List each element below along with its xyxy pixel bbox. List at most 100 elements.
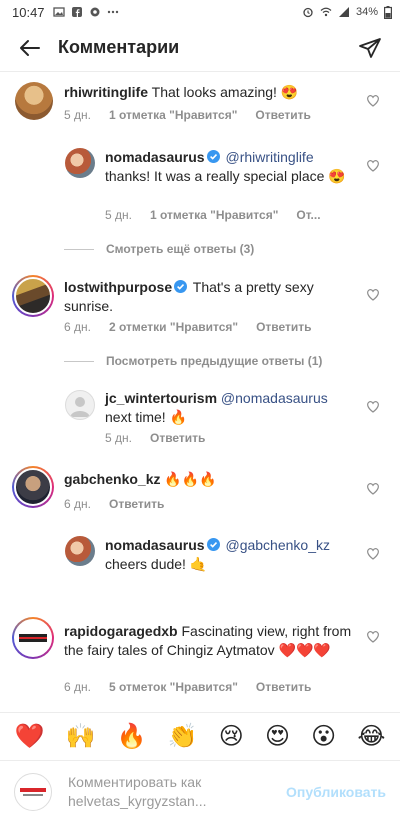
settings-icon	[90, 7, 100, 17]
reply-button[interactable]: Ответить	[256, 680, 311, 694]
facebook-icon	[71, 7, 82, 17]
emoji-raised-hands-button[interactable]: 🙌	[66, 724, 96, 748]
gallery-icon	[52, 7, 65, 17]
emoji-heart-eyes-button[interactable]: 😍	[265, 724, 290, 748]
comment-likes[interactable]: 5 отметок "Нравится"	[109, 680, 238, 694]
comment-text: rhiwritinglife That looks amazing! 😍	[64, 83, 354, 102]
verified-badge-icon	[206, 150, 220, 163]
view-more-label: Посмотреть предыдущие ответы (1)	[106, 354, 323, 368]
comment-username[interactable]: nomadasaurus	[105, 537, 205, 553]
comment-time: 5 дн.	[105, 208, 132, 222]
comment-meta: 5 дн. Ответить	[105, 431, 205, 445]
battery-percent: 34%	[355, 6, 378, 18]
comment-username[interactable]: rapidogaragedxb	[64, 623, 178, 639]
page-title: Комментарии	[58, 37, 180, 57]
comment-input-placeholder-line1: Комментировать как	[68, 773, 202, 790]
status-bar: 10:47 34%	[0, 0, 400, 24]
alarm-icon	[303, 7, 313, 18]
like-heart-icon[interactable]	[366, 94, 380, 107]
avatar[interactable]	[65, 536, 95, 566]
avatar[interactable]	[12, 275, 54, 317]
back-button[interactable]	[10, 28, 50, 68]
garage-logo-icon	[19, 634, 47, 642]
comment-time: 6 дн.	[64, 680, 91, 694]
header-bar: Комментарии	[0, 24, 400, 72]
my-avatar	[14, 772, 52, 811]
comment-meta: 6 дн. Ответить	[64, 497, 164, 511]
comment-body: That looks amazing! 😍	[151, 84, 299, 100]
comment-time: 6 дн.	[64, 320, 91, 334]
system-icons: 34%	[302, 5, 392, 19]
comment-mention[interactable]: @nomadasaurus	[221, 390, 328, 406]
comment-username[interactable]: gabchenko_kz	[64, 471, 160, 487]
comment-input-placeholder-line2: helvetas_kyrgyzstan...	[68, 792, 207, 809]
comment-mention[interactable]: @rhiwritinglife	[225, 149, 313, 165]
verified-badge-icon	[174, 280, 188, 293]
like-heart-icon[interactable]	[366, 482, 380, 495]
like-heart-icon[interactable]	[366, 400, 380, 413]
comment-likes[interactable]: 2 отметки "Нравится"	[109, 320, 238, 334]
comment-username[interactable]: jc_wintertourism	[105, 390, 217, 406]
like-heart-icon[interactable]	[366, 547, 380, 560]
arrow-left-icon	[20, 39, 40, 56]
status-time: 10:47	[12, 4, 45, 20]
comment-body: 🔥🔥🔥	[164, 472, 217, 488]
view-more-label: Смотреть ещё ответы (3)	[106, 242, 255, 256]
comment-text: jc_wintertourism @nomadasaurus next time…	[105, 389, 355, 427]
like-heart-icon[interactable]	[366, 630, 380, 643]
emoji-cry-button[interactable]: 😢	[219, 724, 244, 748]
comment-mention[interactable]: @gabchenko_kz	[225, 537, 330, 553]
comment-meta: 5 дн. 1 отметка "Нравится" Ответить	[64, 108, 311, 122]
avatar[interactable]	[12, 617, 54, 659]
reply-button[interactable]: Ответить	[255, 108, 310, 122]
avatar[interactable]	[65, 390, 95, 420]
comment-meta: 5 дн. 1 отметка "Нравится" От...	[105, 208, 321, 222]
reply-button[interactable]: От...	[296, 208, 320, 222]
view-previous-replies[interactable]: Посмотреть предыдущие ответы (1)	[64, 354, 322, 368]
signal-icon	[338, 7, 349, 17]
share-button[interactable]	[350, 28, 390, 68]
comment-time: 5 дн.	[64, 108, 91, 122]
verified-badge-icon	[206, 538, 220, 551]
more-dots-icon	[107, 10, 118, 14]
comment-time: 5 дн.	[105, 431, 132, 445]
notification-icons	[52, 6, 119, 18]
avatar[interactable]	[65, 148, 95, 178]
comment-text: lostwithpurpose That's a pretty sexy sun…	[64, 278, 329, 316]
battery-icon	[384, 5, 392, 19]
comments-list: rhiwritinglife That looks amazing! 😍 5 д…	[0, 72, 400, 706]
avatar[interactable]	[12, 466, 54, 508]
like-heart-icon[interactable]	[366, 159, 380, 172]
comment-username[interactable]: rhiwritinglife	[64, 84, 148, 100]
comment-body: next time! 🔥	[105, 409, 188, 425]
avatar[interactable]	[15, 82, 53, 120]
wifi-icon	[320, 7, 332, 17]
comment-text: nomadasaurus @rhiwritinglife thanks! It …	[105, 148, 355, 186]
comment-username[interactable]: lostwithpurpose	[64, 279, 172, 295]
comment-likes[interactable]: 1 отметка "Нравится"	[109, 108, 237, 122]
helvetas-logo-icon	[20, 787, 46, 796]
reply-button[interactable]: Ответить	[150, 431, 205, 445]
emoji-fire-button[interactable]: 🔥	[117, 724, 147, 748]
reply-button[interactable]: Ответить	[109, 497, 164, 511]
emoji-clap-button[interactable]: 👏	[168, 724, 198, 748]
emoji-laugh-button[interactable]: 😂	[357, 724, 385, 748]
emoji-surprised-button[interactable]: 😮	[311, 724, 336, 748]
emoji-heart-button[interactable]: ❤️	[15, 724, 45, 748]
comment-input[interactable]: Комментировать как helvetas_kyrgyzstan..…	[68, 773, 286, 811]
comment-composer: Комментировать как helvetas_kyrgyzstan..…	[0, 760, 400, 822]
comment-username[interactable]: nomadasaurus	[105, 149, 205, 165]
paper-plane-icon	[359, 37, 381, 58]
comment-text: rapidogaragedxb Fascinating view, right …	[64, 622, 354, 660]
default-user-icon	[70, 397, 90, 417]
reply-button[interactable]: Ответить	[256, 320, 311, 334]
comment-text: nomadasaurus @gabchenko_kz cheers dude! …	[105, 536, 355, 574]
comment-likes[interactable]: 1 отметка "Нравится"	[150, 208, 278, 222]
comment-body: thanks! It was a really special place 😍	[105, 168, 346, 184]
like-heart-icon[interactable]	[366, 288, 380, 301]
comment-body: cheers dude! 🤙	[105, 556, 208, 572]
view-more-replies[interactable]: Смотреть ещё ответы (3)	[64, 242, 254, 256]
comment-meta: 6 дн. 2 отметки "Нравится" Ответить	[64, 320, 312, 334]
publish-button[interactable]: Опубликовать	[286, 784, 386, 800]
quick-emoji-bar: ❤️ 🙌 🔥 👏 😢 😍 😮 😂	[0, 712, 400, 758]
